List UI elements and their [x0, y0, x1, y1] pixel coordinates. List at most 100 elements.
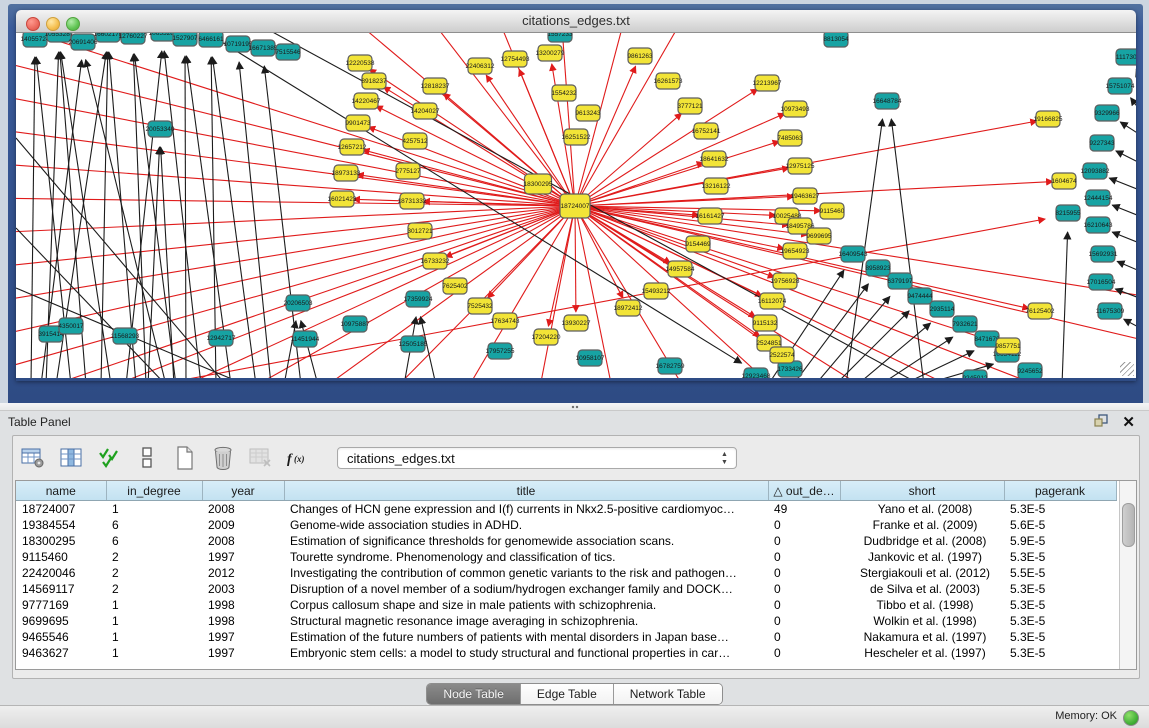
network-node[interactable]: 10975887	[341, 316, 370, 332]
network-node[interactable]: 10958107	[576, 350, 605, 366]
table-cell[interactable]: 5.3E-5	[1004, 613, 1116, 629]
network-node[interactable]: 1557233	[547, 33, 573, 42]
network-node[interactable]: 12923468	[742, 368, 771, 378]
network-edge[interactable]	[548, 206, 575, 326]
network-edge[interactable]	[445, 206, 575, 257]
network-edge[interactable]	[148, 147, 159, 378]
table-cell[interactable]: Tibbo et al. (1998)	[840, 597, 1004, 613]
network-edge[interactable]	[16, 93, 575, 206]
row-height-icon[interactable]	[133, 444, 161, 472]
table-cell[interactable]: Estimation of significance thresholds fo…	[284, 533, 768, 549]
table-cell[interactable]: 5.6E-5	[1004, 517, 1116, 533]
table-row[interactable]: 946362711997Embryonic stem cells: a mode…	[16, 645, 1116, 661]
network-edge[interactable]	[101, 52, 108, 378]
column-header-short[interactable]: short	[840, 481, 1004, 501]
network-node[interactable]: 8215955	[1055, 205, 1081, 221]
table-cell[interactable]: Hescheler et al. (1997)	[840, 645, 1004, 661]
network-node[interactable]: 22406312	[466, 58, 495, 74]
network-edge[interactable]	[16, 206, 575, 303]
table-cell[interactable]: 2008	[202, 533, 284, 549]
network-node[interactable]: 16752141	[692, 123, 721, 139]
table-cell[interactable]: 0	[768, 549, 840, 565]
table-cell[interactable]: 9463627	[16, 645, 106, 661]
network-node[interactable]: 20206503	[284, 295, 313, 311]
network-node[interactable]: 16733232	[421, 253, 450, 269]
network-node[interactable]: 18973133	[332, 165, 361, 181]
tab-network-table[interactable]: Network Table	[614, 684, 722, 704]
table-cell[interactable]: 2008	[202, 501, 284, 518]
table-row[interactable]: 977716911998Corpus callosum shape and si…	[16, 597, 1116, 613]
network-node[interactable]: 13200279	[536, 45, 565, 61]
network-edge[interactable]	[301, 321, 318, 378]
table-row[interactable]: 911546021997Tourette syndrome. Phenomeno…	[16, 549, 1116, 565]
table-cell[interactable]: 2	[106, 565, 202, 581]
table-cell[interactable]: 6	[106, 533, 202, 549]
table-cell[interactable]: 18724007	[16, 501, 106, 518]
network-node[interactable]: 1117304	[1116, 49, 1136, 65]
memory-status-icon[interactable]	[1123, 710, 1139, 726]
network-node[interactable]: 2775127	[395, 163, 421, 179]
network-node[interactable]: 9245012	[962, 370, 988, 378]
network-node[interactable]: 15493212	[642, 283, 671, 299]
table-cell[interactable]: 5.5E-5	[1004, 565, 1116, 581]
table-cell[interactable]: 2009	[202, 517, 284, 533]
network-node[interactable]: 19654923	[781, 243, 810, 259]
network-node[interactable]: 7525432	[467, 298, 493, 314]
table-row[interactable]: 2242004622012Investigating the contribut…	[16, 565, 1116, 581]
network-node[interactable]: 9613243	[575, 105, 601, 121]
window-resize-grip[interactable]	[1120, 362, 1134, 376]
table-cell[interactable]: 6	[106, 517, 202, 533]
network-node[interactable]: 3012721	[407, 223, 433, 239]
table-cell[interactable]: 0	[768, 533, 840, 549]
table-cell[interactable]: Disruption of a novel member of a sodium…	[284, 581, 768, 597]
network-node[interactable]: 8813054	[823, 33, 849, 47]
network-node[interactable]: 16261573	[654, 73, 683, 89]
import-table-icon[interactable]	[247, 444, 275, 472]
network-node[interactable]: 15751074	[1106, 78, 1135, 94]
table-cell[interactable]: 1997	[202, 645, 284, 661]
network-node[interactable]: 17957255	[486, 343, 515, 359]
network-node[interactable]: 12444154	[1084, 190, 1113, 206]
network-edge[interactable]	[575, 163, 704, 206]
table-cell[interactable]: 9777169	[16, 597, 106, 613]
network-node[interactable]: 9115460	[820, 203, 845, 219]
table-cell[interactable]: 2012	[202, 565, 284, 581]
network-node[interactable]: 3777121	[677, 98, 703, 114]
network-node[interactable]: 16112074	[758, 293, 787, 309]
network-node[interactable]: 12220538	[346, 55, 375, 71]
network-node[interactable]: 1554232	[551, 85, 577, 101]
network-node[interactable]: 17359924	[404, 291, 433, 307]
table-cell[interactable]: 5.3E-5	[1004, 501, 1116, 518]
network-node[interactable]: 14957584	[666, 261, 695, 277]
network-node[interactable]: 18972412	[614, 300, 643, 316]
network-edge[interactable]	[1062, 232, 1068, 378]
table-cell[interactable]: 19384554	[16, 517, 106, 533]
network-edge[interactable]	[31, 57, 35, 378]
network-node[interactable]: 2935114	[930, 301, 955, 317]
network-edge[interactable]	[1120, 122, 1136, 136]
table-cell[interactable]: 0	[768, 517, 840, 533]
network-node[interactable]: 9901473	[345, 115, 371, 131]
network-edge[interactable]	[575, 113, 785, 206]
network-edge[interactable]	[16, 198, 575, 206]
select-all-icon[interactable]	[95, 444, 123, 472]
network-node[interactable]: 17016504	[1087, 274, 1116, 290]
network-edge[interactable]	[561, 33, 575, 206]
table-cell[interactable]: Changes of HCN gene expression and I(f) …	[284, 501, 768, 518]
network-node[interactable]: 18300295	[524, 174, 553, 194]
tab-node-table[interactable]: Node Table	[427, 684, 521, 704]
network-node[interactable]: 12657212	[338, 139, 367, 155]
network-node[interactable]: 7625402	[442, 278, 468, 294]
network-edge[interactable]	[296, 206, 575, 378]
table-row[interactable]: 969969511998Structural magnetic resonanc…	[16, 613, 1116, 629]
table-cell[interactable]: de Silva et al. (2003)	[840, 581, 1004, 597]
tab-edge-table[interactable]: Edge Table	[521, 684, 614, 704]
column-header-title[interactable]: title	[284, 481, 768, 501]
network-node[interactable]: 19463627	[791, 188, 820, 204]
network-node[interactable]: 18641632	[700, 151, 729, 167]
table-cell[interactable]: 0	[768, 597, 840, 613]
network-node[interactable]: 16161427	[696, 208, 725, 224]
network-edge[interactable]	[456, 206, 575, 378]
network-node[interactable]: 12975125	[786, 158, 815, 174]
network-node[interactable]: 8958923	[865, 260, 891, 276]
